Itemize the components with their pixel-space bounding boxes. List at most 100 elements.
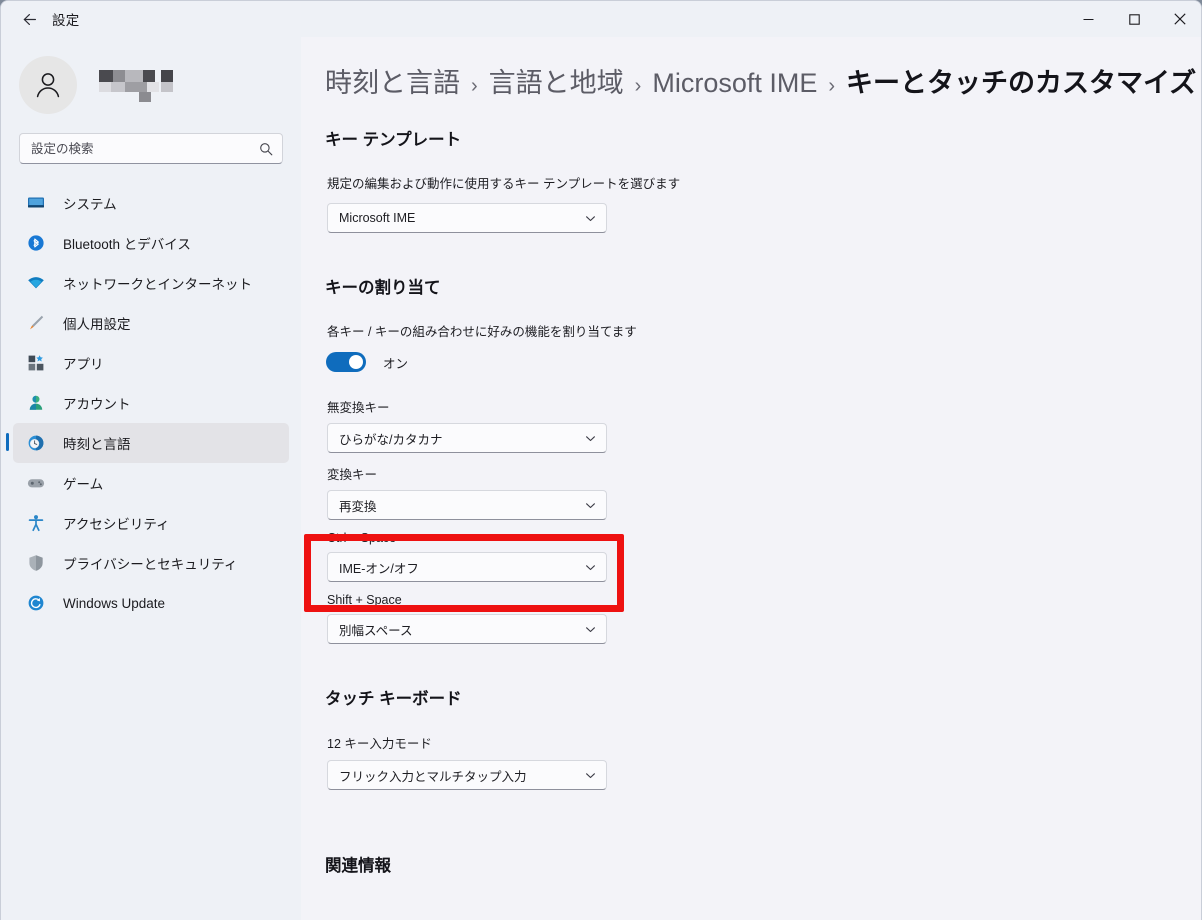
sidebar-item-label: アプリ (63, 357, 104, 372)
section-key-template: キー テンプレート 規定の編集および動作に使用するキー テンプレートを選びます … (301, 126, 1201, 233)
avatar (19, 56, 77, 114)
sidebar-item-privacy-security[interactable]: プライバシーとセキュリティ (13, 543, 289, 583)
sidebar-item-label: Windows Update (63, 595, 166, 611)
close-icon (1174, 13, 1186, 25)
sidebar-item-bluetooth[interactable]: Bluetooth とデバイス (13, 223, 289, 263)
breadcrumb-item-language-region[interactable]: 言語と地域 (489, 61, 624, 100)
muhenkan-value: ひらがな/カタカナ (339, 432, 443, 447)
related-info-title: 関連情報 (325, 857, 391, 875)
section-key-assignment: キーの割り当て 各キー / キーの組み合わせに好みの機能を割り当てます オン 無… (301, 274, 1201, 644)
field-ctrl-space: Ctrl + Space IME-オン/オフ (301, 531, 1201, 582)
search-icon (260, 142, 273, 155)
sidebar-item-accessibility[interactable]: アクセシビリティ (13, 503, 289, 543)
henkan-value: 再変換 (339, 499, 377, 514)
chevron-down-icon (586, 626, 595, 632)
person-avatar-icon (36, 73, 60, 98)
field-muhenkan: 無変換キー ひらがな/カタカナ (301, 397, 1201, 453)
back-button[interactable] (10, 4, 48, 34)
paintbrush-icon (26, 313, 46, 333)
field-label: 無変換キー (327, 401, 390, 415)
sidebar-item-label: プライバシーとセキュリティ (63, 557, 238, 572)
ctrl-space-value: IME-オン/オフ (339, 561, 419, 576)
close-button[interactable] (1157, 1, 1201, 37)
key-template-dropdown[interactable]: Microsoft IME (327, 203, 607, 233)
gamepad-icon (26, 473, 46, 493)
toggle-state-label: オン (383, 356, 409, 371)
clock-globe-icon (26, 433, 46, 453)
chevron-down-icon (586, 502, 595, 508)
content-area: 時刻と言語 › 言語と地域 › Microsoft IME › キーとタッチのカ… (301, 37, 1201, 920)
sidebar-item-label: 時刻と言語 (63, 437, 131, 452)
section-title: キーの割り当て (325, 279, 441, 297)
account-icon (26, 393, 46, 413)
account-row[interactable] (1, 37, 301, 117)
sidebar-item-gaming[interactable]: ゲーム (13, 463, 289, 503)
sidebar-item-system[interactable]: システム (13, 183, 289, 223)
chevron-down-icon (586, 564, 595, 570)
section-touch-keyboard: タッチ キーボード 12 キー入力モード フリック入力とマルチタップ入力 (301, 685, 1201, 790)
key-template-value: Microsoft IME (339, 211, 416, 225)
sidebar-item-label: Bluetooth とデバイス (63, 237, 191, 252)
section-related-info: 関連情報 (301, 852, 1201, 876)
sidebar-item-label: 個人用設定 (63, 317, 131, 332)
search-box[interactable] (19, 133, 283, 164)
chevron-down-icon (586, 435, 595, 441)
shield-icon (26, 553, 46, 573)
sidebar-item-apps[interactable]: アプリ (13, 343, 289, 383)
monitor-icon (26, 193, 46, 213)
minimize-button[interactable] (1065, 1, 1111, 37)
back-arrow-icon (23, 13, 36, 25)
sidebar-item-label: アクセシビリティ (63, 517, 170, 532)
key-template-description: 規定の編集および動作に使用するキー テンプレートを選びます (327, 177, 681, 191)
apps-icon (26, 353, 46, 373)
field-shift-space: Shift + Space 別幅スペース (301, 593, 1201, 644)
muhenkan-dropdown[interactable]: ひらがな/カタカナ (327, 423, 607, 453)
sidebar-item-accounts[interactable]: アカウント (13, 383, 289, 423)
toggle-knob (349, 355, 363, 369)
sidebar-item-label: ネットワークとインターネット (63, 277, 252, 292)
key-assignment-description: 各キー / キーの組み合わせに好みの機能を割り当てます (327, 325, 637, 339)
sidebar-item-personalization[interactable]: 個人用設定 (13, 303, 289, 343)
breadcrumb-separator: › (828, 75, 836, 97)
field-label: Shift + Space (327, 593, 402, 607)
sidebar: システム Bluetooth とデバイス ネ (1, 37, 301, 920)
accessibility-icon (26, 513, 46, 533)
section-title: タッチ キーボード (325, 690, 462, 708)
section-title: キー テンプレート (325, 131, 462, 149)
sidebar-item-network[interactable]: ネットワークとインターネット (13, 263, 289, 303)
shift-space-value: 別幅スペース (339, 623, 413, 638)
search-input[interactable] (31, 141, 259, 156)
breadcrumb-separator: › (634, 75, 642, 97)
sidebar-item-windows-update[interactable]: Windows Update (13, 583, 289, 623)
shift-space-dropdown[interactable]: 別幅スペース (327, 614, 607, 644)
key-assignment-toggle[interactable] (326, 352, 366, 372)
breadcrumb-separator: › (471, 75, 478, 97)
sidebar-item-time-and-language[interactable]: 時刻と言語 (6, 423, 289, 463)
breadcrumb-item-microsoft-ime[interactable]: Microsoft IME (652, 68, 817, 99)
sidebar-item-label: アカウント (63, 397, 131, 412)
ctrl-space-dropdown[interactable]: IME-オン/オフ (327, 552, 607, 582)
maximize-icon (1128, 13, 1140, 25)
settings-window: 設定 設定の検索 システム Bluetooth とデバイス ネットワークとインタ… (0, 0, 1202, 920)
window-title: 設定 (52, 13, 80, 28)
field-henkan: 変換キー 再変換 (301, 464, 1201, 520)
touch-keyboard-field-label: 12 キー入力モード (327, 737, 432, 751)
bluetooth-icon (26, 233, 46, 253)
field-label: 変換キー (327, 468, 378, 482)
breadcrumb: 時刻と言語 › 言語と地域 › Microsoft IME › キーとタッチのカ… (301, 37, 1201, 100)
sidebar-item-label: システム (63, 197, 117, 212)
wifi-icon (26, 273, 46, 293)
chevron-down-icon (586, 215, 595, 221)
breadcrumb-item-time-language[interactable]: 時刻と言語 (325, 61, 460, 100)
sidebar-item-label: ゲーム (63, 477, 104, 492)
twelve-key-input-mode-dropdown[interactable]: フリック入力とマルチタップ入力 (327, 760, 607, 790)
field-label: Ctrl + Space (327, 531, 397, 545)
henkan-dropdown[interactable]: 再変換 (327, 490, 607, 520)
update-icon (26, 593, 46, 613)
user-name-redacted (99, 67, 175, 103)
page-title: キーとタッチのカスタマイズ (846, 68, 1197, 98)
window-controls (1065, 1, 1201, 37)
twelve-key-input-mode-value: フリック入力とマルチタップ入力 (339, 769, 527, 784)
minimize-icon (1083, 18, 1093, 20)
maximize-button[interactable] (1111, 1, 1157, 37)
